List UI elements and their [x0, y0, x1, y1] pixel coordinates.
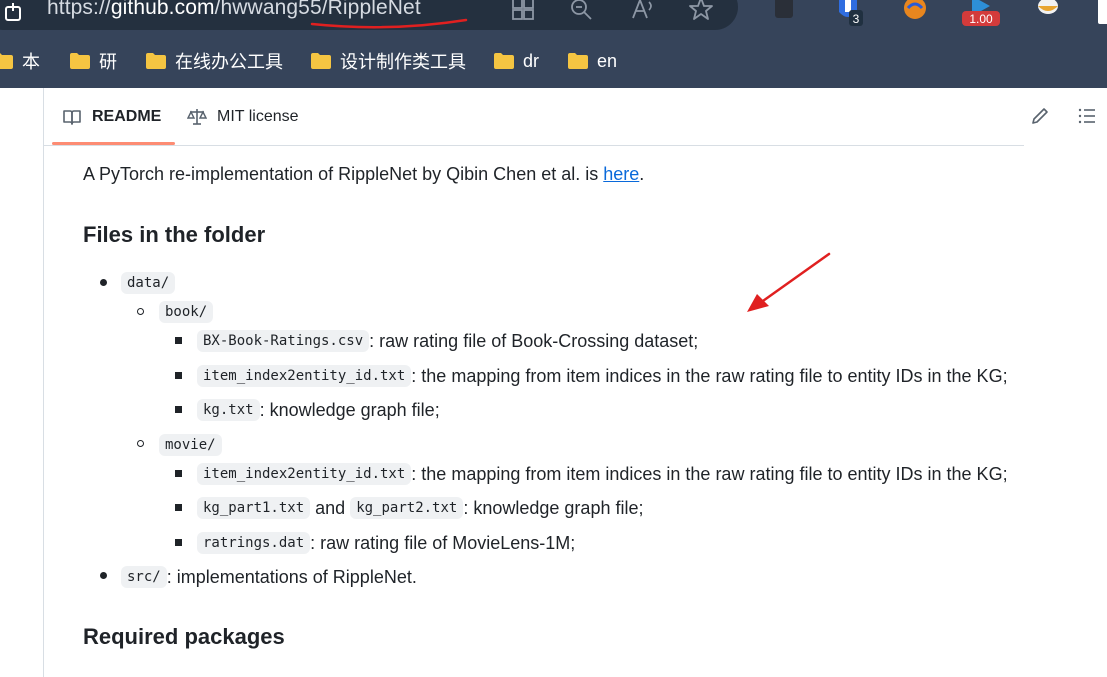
folder-icon: [146, 53, 166, 69]
list-bullet: [175, 337, 182, 344]
list-bullet: [175, 406, 182, 413]
code-book-kg: kg.txt: [197, 399, 260, 421]
bookmark-folder-5[interactable]: en: [567, 44, 617, 78]
list-item-movie-kg: kg_part1.txt and kg_part2.txt : knowledg…: [197, 495, 643, 521]
movie-kg-desc: : knowledge graph file;: [463, 497, 644, 518]
intro-paragraph: A PyTorch re-implementation of RippleNet…: [83, 164, 644, 185]
folder-icon: [568, 53, 588, 69]
code-src: src/: [121, 566, 167, 588]
book-icon: [63, 109, 81, 125]
zoom-icon[interactable]: [568, 0, 594, 22]
url-prefix: https://: [47, 0, 111, 19]
outline-list-icon[interactable]: [1077, 106, 1097, 126]
list-item-book-index: item_index2entity_id.txt : the mapping f…: [197, 363, 1008, 389]
extension-shield-icon[interactable]: 3: [835, 0, 865, 28]
tab-bar-divider: [44, 145, 1024, 146]
list-bullet: [100, 572, 107, 579]
movie-ratings-desc: : raw rating file of MovieLens-1M;: [310, 532, 576, 553]
scale-icon: [187, 108, 207, 125]
book-ratings-desc: : raw rating file of Book-Crossing datas…: [369, 330, 699, 351]
extension-badge-count: 3: [853, 12, 860, 26]
movie-and-text: and: [315, 497, 346, 518]
bookmark-folder-3[interactable]: 设计制作类工具: [310, 44, 466, 78]
readme-tab-bar: README MIT license: [44, 88, 1107, 146]
extension-orange-icon[interactable]: [900, 0, 930, 28]
edit-pencil-icon[interactable]: [1030, 106, 1050, 126]
code-book: book/: [159, 301, 214, 323]
list-bullet: [137, 440, 144, 447]
read-aloud-icon[interactable]: [630, 0, 656, 22]
bookmark-folder-4[interactable]: dr: [493, 44, 539, 78]
bookmark-label: 研: [99, 52, 117, 72]
extension-edge-icon[interactable]: [1098, 0, 1107, 24]
book-index-desc: : the mapping from item indices in the r…: [411, 365, 1008, 386]
red-arrow-annotation: [747, 252, 831, 312]
list-item-movie: movie/: [159, 432, 222, 458]
code-book-ratings: BX-Book-Ratings.csv: [197, 330, 370, 352]
list-item-movie-ratings: ratrings.dat : raw rating file of MovieL…: [197, 530, 575, 556]
heading-required-packages: Required packages: [83, 624, 285, 649]
grid-apps-icon[interactable]: [510, 0, 536, 22]
list-bullet: [175, 539, 182, 546]
list-item-src: src/ : implementations of RippleNet.: [121, 564, 417, 590]
list-bullet: [137, 308, 144, 315]
movie-index-desc: : the mapping from item indices in the r…: [411, 463, 1008, 484]
bookmark-label: 设计制作类工具: [340, 52, 466, 72]
list-item-data: data/: [121, 270, 176, 296]
folder-icon: [0, 53, 13, 69]
list-bullet: [175, 372, 182, 379]
extension-dark-icon[interactable]: [770, 0, 800, 28]
sidebar-divider: [43, 88, 44, 677]
bookmark-label: en: [597, 50, 618, 71]
speed-badge: 1.00: [969, 12, 993, 26]
tab-readme-label: README: [92, 107, 162, 125]
src-desc: : implementations of RippleNet.: [166, 566, 417, 587]
folder-icon: [494, 53, 514, 69]
github-readme-page: README MIT license A PyTorch re-implemen…: [0, 88, 1107, 677]
bookmark-label: 本: [22, 52, 40, 72]
address-bar[interactable]: https://github.com/hwwang55/RippleNet: [0, 0, 738, 30]
site-info-icon[interactable]: [4, 2, 22, 22]
browser-chrome: https://github.com/hwwang55/RippleNet 3 …: [0, 0, 1107, 88]
intro-end: .: [639, 164, 645, 184]
tab-license[interactable]: MIT license: [187, 88, 299, 145]
tab-readme[interactable]: README: [62, 88, 161, 145]
list-bullet: [175, 504, 182, 511]
bookmark-folder-2[interactable]: 在线办公工具: [145, 44, 283, 78]
folder-icon: [70, 53, 90, 69]
list-item-book-ratings: BX-Book-Ratings.csv : raw rating file of…: [197, 328, 698, 354]
bookmark-folder-0[interactable]: 本: [0, 44, 40, 78]
red-underline-annotation: [310, 18, 468, 29]
favorite-star-icon[interactable]: [688, 0, 714, 22]
extension-video-speed-icon[interactable]: 1.00: [960, 0, 1002, 28]
list-item-book-kg: kg.txt : knowledge graph file;: [197, 397, 440, 423]
bookmark-folder-1[interactable]: 研: [69, 44, 117, 78]
folder-icon: [311, 53, 331, 69]
bookmark-label: 在线办公工具: [175, 52, 283, 72]
code-data: data/: [121, 272, 176, 294]
list-bullet: [100, 279, 107, 286]
intro-text: A PyTorch re-implementation of RippleNet…: [83, 164, 604, 184]
list-bullet: [175, 470, 182, 477]
heading-files-in-folder: Files in the folder: [83, 222, 266, 247]
list-item-movie-index: item_index2entity_id.txt : the mapping f…: [197, 461, 1008, 487]
extension-bowl-icon[interactable]: [1033, 0, 1063, 28]
url-host: github.com: [110, 0, 215, 19]
bookmark-label: dr: [523, 50, 540, 71]
code-movie-index: item_index2entity_id.txt: [197, 463, 412, 485]
code-movie: movie/: [159, 434, 222, 456]
book-kg-desc: : knowledge graph file;: [259, 399, 440, 420]
code-movie-kg1: kg_part1.txt: [197, 497, 311, 519]
code-book-index: item_index2entity_id.txt: [197, 365, 412, 387]
intro-link[interactable]: here: [603, 164, 639, 184]
code-movie-kg2: kg_part2.txt: [350, 497, 464, 519]
tab-license-label: MIT license: [217, 107, 299, 125]
code-movie-ratings: ratrings.dat: [197, 532, 311, 554]
list-item-book: book/: [159, 299, 214, 325]
